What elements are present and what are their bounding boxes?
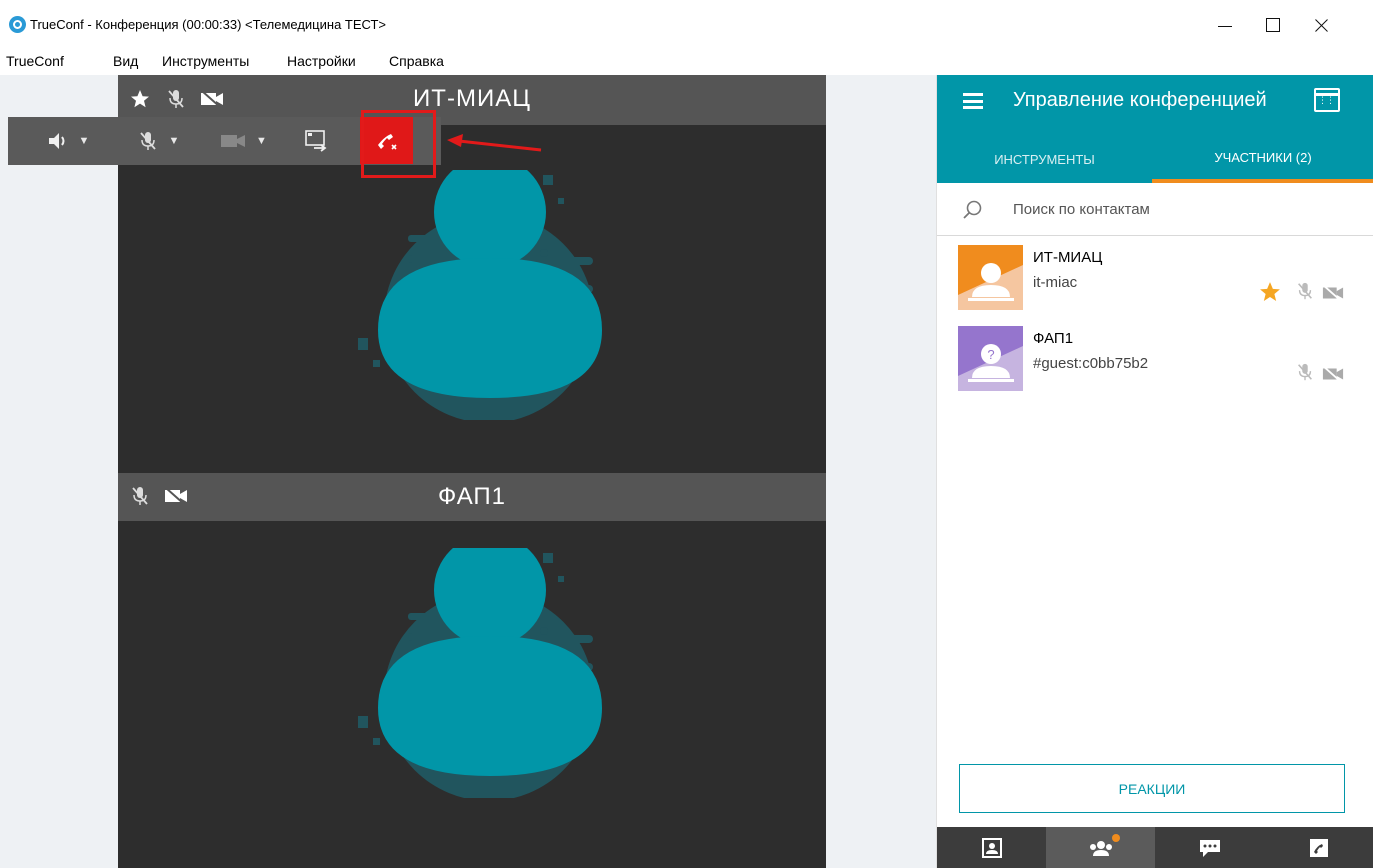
maximize-button[interactable] — [1258, 10, 1288, 40]
participant-name: ИТ-МИАЦ — [1033, 249, 1103, 266]
participants-icon — [1089, 840, 1112, 856]
chat-icon — [1199, 839, 1220, 857]
speaker-icon — [48, 133, 65, 149]
reactions-button[interactable]: РЕАКЦИИ — [959, 764, 1345, 813]
camera-off-icon — [1322, 284, 1344, 302]
window-title: TrueConf - Конференция (00:00:33) <Телем… — [30, 17, 387, 32]
tile-participant-name: ФАП1 — [437, 483, 507, 510]
contact-search-input[interactable] — [1013, 201, 1353, 218]
chevron-down-icon[interactable]: ▼ — [169, 135, 180, 147]
participant-row-it-miac[interactable]: ИТ-МИАЦ it-miac — [937, 237, 1373, 317]
nav-call[interactable] — [1264, 827, 1373, 868]
mic-off-icon — [139, 132, 156, 150]
title-bar: TrueConf - Конференция (00:00:33) <Телем… — [0, 0, 1373, 50]
camera-off-icon — [1322, 365, 1344, 383]
camera-icon — [221, 135, 246, 147]
tile-participant-name: ИТ-МИАЦ — [413, 85, 531, 112]
left-gutter — [0, 75, 118, 868]
avatar-placeholder-icon — [358, 548, 602, 798]
menu-settings[interactable]: Настройки — [287, 53, 356, 69]
hangup-highlight-frame — [361, 110, 436, 178]
menu-tools[interactable]: Инструменты — [162, 53, 249, 69]
annotation-arrow-icon — [447, 134, 542, 152]
panel-header: Управление конференцией ИНСТРУМЕНТЫ УЧАС… — [937, 75, 1373, 183]
participant-login: it-miac — [1033, 274, 1078, 291]
share-screen-icon — [304, 130, 326, 152]
close-button[interactable] — [1305, 10, 1335, 40]
participant-login: #guest:c0bb75b2 — [1033, 355, 1149, 372]
hamburger-menu-icon[interactable] — [963, 93, 983, 109]
participant-row-fap1[interactable]: ? ФАП1 #guest:c0bb75b2 — [937, 318, 1373, 398]
svg-text:?: ? — [987, 347, 994, 362]
participant-name: ФАП1 — [1033, 330, 1074, 347]
video-tile-fap1[interactable]: ФАП1 — [118, 473, 826, 868]
microphone-button[interactable]: ▼ — [123, 117, 193, 165]
conference-panel: Управление конференцией ИНСТРУМЕНТЫ УЧАС… — [936, 75, 1373, 868]
nav-chat[interactable] — [1155, 827, 1264, 868]
mic-off-icon — [1298, 363, 1312, 381]
hangup-icon — [1309, 838, 1328, 857]
minimize-button[interactable] — [1210, 10, 1240, 40]
tab-participants[interactable]: УЧАСТНИКИ (2) — [1152, 135, 1373, 183]
search-bar — [937, 183, 1373, 236]
calendar-icon[interactable] — [1314, 88, 1342, 112]
avatar: ? — [958, 326, 1023, 391]
panel-title: Управление конференцией — [1013, 89, 1267, 111]
tab-tools[interactable]: ИНСТРУМЕНТЫ — [937, 135, 1152, 183]
menu-view[interactable]: Вид — [113, 53, 138, 69]
owner-star-icon — [1260, 282, 1280, 302]
search-icon — [963, 200, 982, 219]
chevron-down-icon[interactable]: ▼ — [79, 135, 90, 147]
trueconf-logo-icon — [9, 16, 26, 33]
camera-button[interactable]: ▼ — [206, 117, 281, 165]
nav-participants[interactable] — [1046, 827, 1155, 868]
speaker-button[interactable]: ▼ — [33, 117, 103, 165]
avatar — [958, 245, 1023, 310]
nav-address-book[interactable] — [937, 827, 1046, 868]
avatar-placeholder-icon — [358, 170, 602, 420]
menu-trueconf[interactable]: TrueConf — [6, 53, 64, 69]
video-gutter — [826, 75, 936, 868]
address-book-icon — [981, 837, 1002, 858]
mic-off-icon — [1298, 282, 1312, 300]
menu-help[interactable]: Справка — [389, 53, 444, 69]
chevron-down-icon[interactable]: ▼ — [256, 135, 267, 147]
share-screen-button[interactable] — [298, 117, 333, 165]
menu-bar: TrueConf Вид Инструменты Настройки Справ… — [0, 50, 1373, 75]
tile-header: ФАП1 — [118, 473, 826, 521]
bottom-nav — [937, 827, 1373, 868]
notification-dot — [1112, 834, 1120, 842]
